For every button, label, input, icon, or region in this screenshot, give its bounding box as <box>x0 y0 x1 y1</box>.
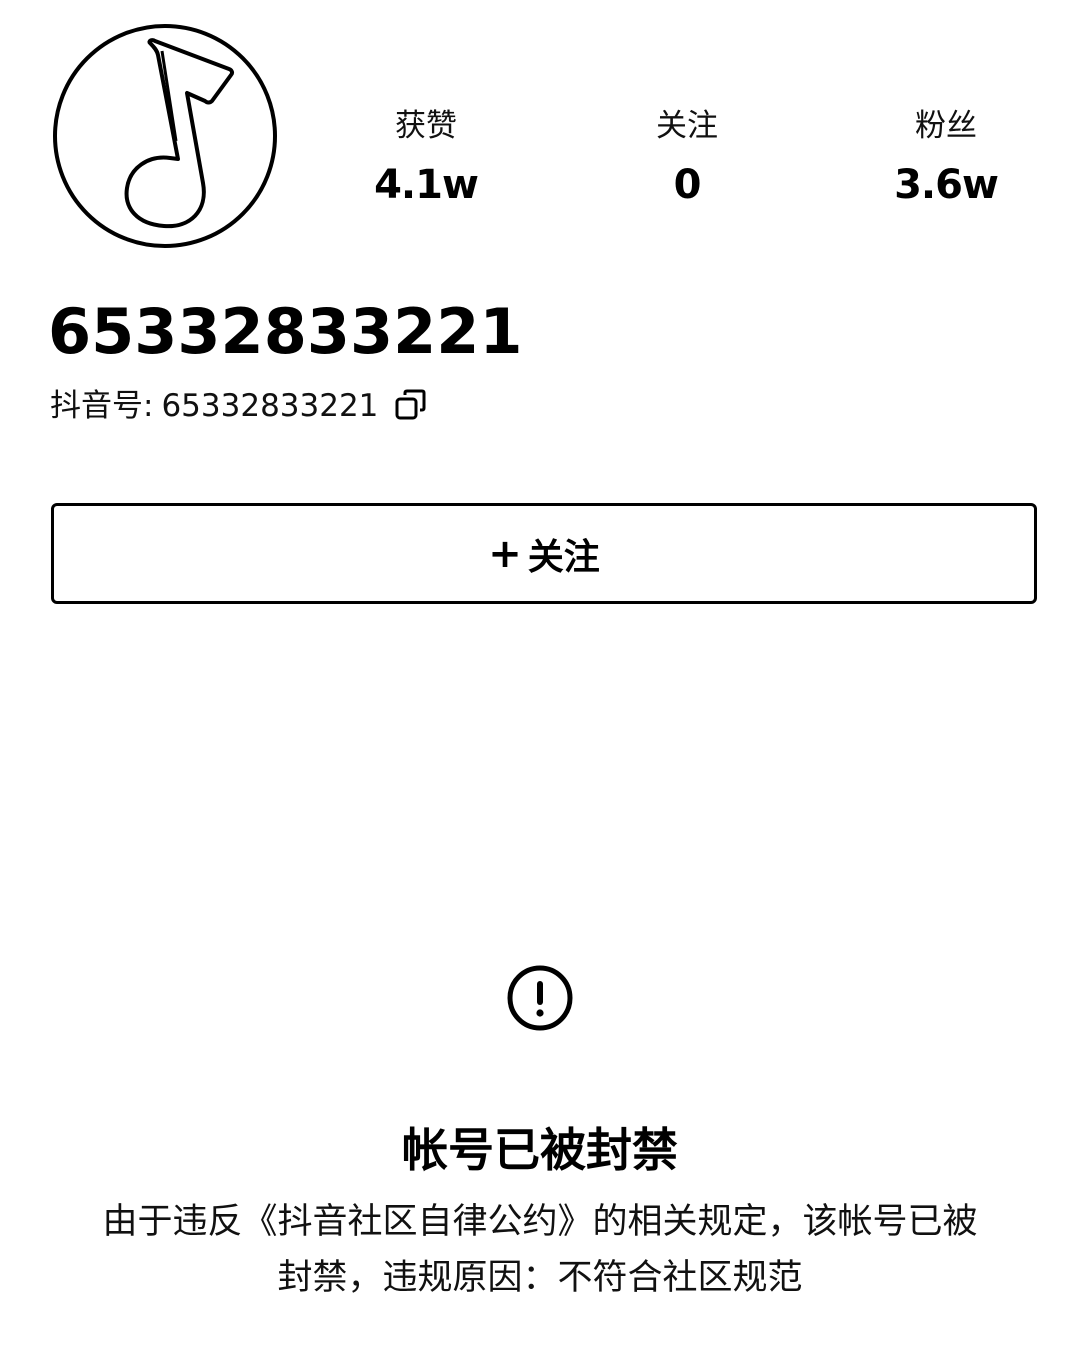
follow-button[interactable]: + 关注 <box>51 503 1037 604</box>
stat-likes-value: 4.1w <box>374 162 479 208</box>
stat-fans[interactable]: 粉丝 3.6w <box>846 104 1046 210</box>
stat-fans-value: 3.6w <box>894 162 999 208</box>
stat-likes[interactable]: 获赞 4.1w <box>326 104 526 210</box>
account-id-value: 65332833221 <box>161 388 379 424</box>
avatar[interactable] <box>52 23 278 249</box>
stat-following-label: 关注 <box>656 108 718 144</box>
stat-fans-label: 粉丝 <box>915 108 977 144</box>
profile-nickname: 65332833221 <box>48 295 523 368</box>
ban-title: 帐号已被封禁 <box>402 1123 678 1177</box>
plus-icon: + <box>488 530 522 577</box>
account-id-label: 抖音号: <box>50 388 154 424</box>
follow-button-label: 关注 <box>527 536 600 578</box>
stat-following[interactable]: 关注 0 <box>587 104 787 210</box>
stat-following-value: 0 <box>673 162 702 208</box>
account-id-row: 抖音号: 65332833221 <box>50 384 428 428</box>
ban-description: 由于违反《抖音社区自律公约》的相关规定，该帐号已被封禁，违规原因：不符合社区规范 <box>102 1202 978 1298</box>
music-note-icon <box>53 24 277 248</box>
exclamation-circle-icon <box>506 964 574 1032</box>
stat-likes-label: 获赞 <box>395 108 457 144</box>
copy-icon[interactable] <box>394 389 428 423</box>
